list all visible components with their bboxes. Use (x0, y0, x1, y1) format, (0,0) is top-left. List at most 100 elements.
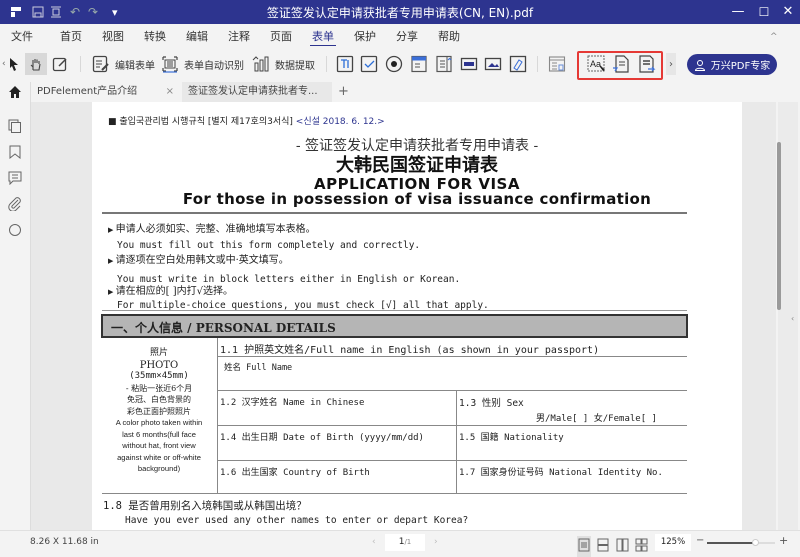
continuous-view-icon[interactable] (597, 537, 609, 556)
close-button[interactable]: ✕ (776, 2, 800, 22)
minimize-button[interactable]: — (726, 2, 750, 22)
auto-recognize-button[interactable]: 表单自动识别 (161, 53, 244, 75)
next-page-button[interactable]: › (434, 537, 438, 547)
import-data-tool[interactable] (612, 53, 630, 75)
field-1-1-input[interactable]: 姓名 Full Name (218, 357, 687, 389)
menu-protect[interactable]: 保护 (354, 28, 376, 44)
zoom-slider[interactable] (707, 539, 775, 546)
two-page-continuous-view-icon[interactable] (635, 537, 648, 556)
svg-text:Aa: Aa (590, 59, 601, 69)
expert-account-button[interactable]: 万兴PDF专家 (687, 54, 777, 75)
edit-form-icon (92, 55, 109, 73)
field-1-4-input[interactable] (218, 442, 455, 459)
form-recognize-icon (162, 56, 178, 73)
two-page-view-icon[interactable] (616, 537, 629, 556)
form-field-recognition-tool[interactable] (548, 53, 566, 75)
radio-button-tool[interactable] (385, 53, 403, 75)
hand-tool-icon[interactable] (25, 53, 47, 75)
subtitle-en: For those in possession of visa issuance… (182, 190, 652, 208)
field-1-3-label: 1.3 性别 Sex (459, 398, 524, 409)
button-field-icon (460, 57, 478, 71)
home-tab-icon[interactable] (8, 82, 26, 102)
edit-tool-icon[interactable] (52, 53, 68, 75)
menu-page[interactable]: 页面 (270, 28, 292, 44)
zoom-slider-handle[interactable] (751, 539, 759, 546)
edit-form-label: 编辑表单 (115, 60, 155, 72)
right-panel-toggle-icon[interactable]: ‹ (791, 314, 794, 323)
recognize-text-tool[interactable]: Aa (587, 53, 607, 75)
select-tool-icon[interactable] (8, 53, 20, 75)
tab-close-icon[interactable]: × (166, 82, 174, 102)
comment-icon[interactable] (8, 170, 22, 186)
left-sidebar (0, 102, 30, 530)
maximize-button[interactable]: ☐ (752, 2, 776, 22)
tab-visa-application[interactable]: 签证签发认定申请获批者专... EN) × (182, 82, 332, 117)
photo-note-cn: 免冠、白色背景的 (127, 395, 191, 404)
zoom-in-button[interactable]: + (779, 534, 788, 547)
toolbar-more-button[interactable]: › (666, 53, 676, 75)
form-header-note: ■ 출입국관리법 시행규칙 [별지 제17호의3서식] <신설 2018. 6.… (108, 114, 385, 127)
menu-view[interactable]: 视图 (102, 28, 124, 44)
scroll-left-icon[interactable]: ‹ (2, 53, 6, 75)
photo-note-cn: - 粘贴一张近6个月 (125, 383, 193, 393)
single-page-view-icon[interactable] (577, 536, 591, 557)
thumbnails-icon[interactable] (8, 118, 22, 133)
instruction-1-cn: 申请人必须如实、完整、准确地填写本表格。 (115, 224, 316, 235)
menu-convert[interactable]: 转换 (144, 28, 166, 44)
data-extract-label: 数据提取 (275, 60, 315, 72)
text-field-tool[interactable] (336, 53, 354, 75)
checkbox-tool[interactable] (360, 53, 378, 75)
photo-note-en: last 6 months(full face (122, 429, 196, 439)
signature-field-icon (509, 55, 527, 73)
menu-help[interactable]: 帮助 (438, 28, 460, 44)
menu-share[interactable]: 分享 (396, 28, 418, 44)
menu-file[interactable]: 文件 (11, 28, 33, 44)
collapse-ribbon-icon[interactable]: ^ (770, 32, 778, 42)
zoom-input[interactable]: 125% (655, 534, 691, 551)
edit-form-button[interactable]: 编辑表单 (92, 53, 155, 75)
title-cn: 大韩民国签证申请表 (336, 155, 498, 176)
tab-pdfelement-intro[interactable]: PDFelement产品介绍 × (30, 82, 180, 102)
bookmark-icon[interactable] (8, 144, 22, 160)
zoom-out-button[interactable]: − (696, 535, 704, 546)
list-box-tool[interactable] (435, 53, 453, 75)
field-1-7-input[interactable] (457, 477, 687, 492)
page-input[interactable]: 1/1 (385, 534, 425, 551)
tab-label: PDFelement产品介绍 (37, 86, 138, 97)
photo-size: (35mm×45mm) (129, 371, 189, 381)
photo-note-en: without hat, front view (122, 441, 196, 450)
photo-note-cn: 彩色正面护照照片 (127, 406, 191, 416)
search-icon[interactable] (8, 222, 22, 236)
field-1-8-en: Have you ever used any other names to en… (125, 515, 469, 526)
photo-note-en: background) (137, 464, 181, 473)
instruction-1-en: You must fill out this form completely a… (117, 240, 421, 251)
image-field-tool[interactable] (484, 53, 502, 75)
menu-edit[interactable]: 编辑 (186, 28, 208, 44)
menu-comment[interactable]: 注释 (228, 28, 250, 44)
instruction-3: ▶ 请在相应的[ ]内打√选择。 For multiple-choice que… (108, 286, 489, 311)
user-icon (694, 59, 705, 71)
combo-box-tool[interactable] (410, 53, 428, 75)
instruction-3-cn: 请在相应的[ ]内打√选择。 (115, 286, 233, 297)
field-1-2-input[interactable] (218, 407, 455, 424)
new-tab-button[interactable]: + (338, 82, 349, 102)
zoom-slider-fill (707, 542, 755, 544)
attachment-icon[interactable] (8, 196, 22, 212)
prev-page-button[interactable]: ‹ (372, 537, 376, 547)
menu-form[interactable]: 表单 (310, 28, 336, 47)
signature-field-tool[interactable] (509, 53, 527, 75)
field-1-6-input[interactable] (218, 477, 455, 492)
scrollbar-thumb[interactable] (777, 142, 781, 310)
export-data-icon (639, 55, 656, 73)
export-data-tool[interactable] (638, 53, 656, 75)
form-toolbar: ‹ 编辑表单 表单自动识别 数据提取 Aa › 万兴PDF专家 (0, 46, 800, 82)
zoom-level: 125% (660, 537, 686, 547)
menu-home[interactable]: 首页 (60, 28, 82, 44)
field-1-3-options[interactable]: 男/Male[ ] 女/Female[ ] (536, 411, 657, 424)
data-extract-button[interactable]: 数据提取 (252, 53, 315, 75)
button-field-tool[interactable] (460, 53, 478, 75)
photo-note-en: against white or off-white (117, 452, 201, 462)
field-1-5-input[interactable] (457, 442, 687, 459)
text-field-icon (336, 55, 354, 73)
left-panel-collapsed[interactable] (30, 102, 40, 530)
